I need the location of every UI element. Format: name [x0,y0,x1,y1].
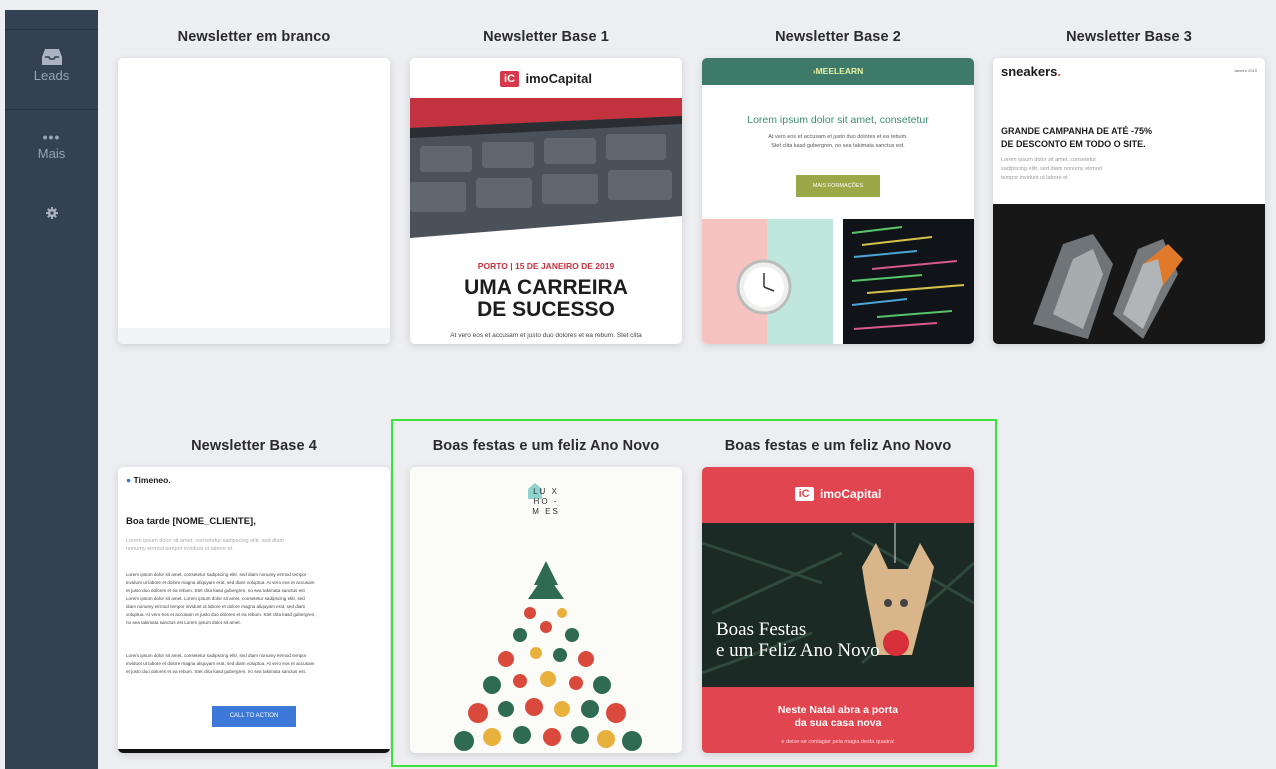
caption-line: Boas Festas [716,619,807,640]
sidebar-divider [5,109,98,110]
auditorium-photo [410,98,682,238]
card-bottom-bar [118,749,390,753]
sidebar-item-more[interactable]: ••• Mais [5,129,98,161]
headline-line-2: DE DESCONTO EM TODO O SITE. [1001,139,1146,149]
headline-line-1: UMA CARREIRA [464,276,628,299]
imocapital-logo: iC imoCapital [410,70,682,88]
sidebar-item-settings[interactable] [5,207,98,219]
body-line: nonumy eirmod tempor invidunt ut labore … [126,546,234,552]
headline-line-1: GRANDE CAMPANHA DE ATÉ -75% [1001,126,1153,136]
template-title: Newsletter Base 4 [191,438,317,454]
body-line: sadipscing elitr, sed diam nonumy eirmod [1001,166,1102,172]
card-small-text: e deixe-se contagiar pela magia desta qu… [781,739,895,745]
sneakers-photo [993,204,1265,344]
headline-line-2: DE SUCESSO [477,298,615,321]
logo-badge: iC [794,486,814,501]
card-body-line: At vero eos et accusam et justo duo dolo… [768,134,908,140]
logo-text: imoCapital [820,486,882,501]
template-card-base-2[interactable]: ›MEELEARN Lorem ipsum dolor sit amet, co… [702,58,974,344]
template-card-base-4[interactable]: ● Timeneo. Boa tarde [NOME_CLIENTE], Lor… [118,467,390,753]
card-body-text: Lorem ipsum dolor sit amet, consetetur s… [1001,156,1102,183]
brand-dot: . [1057,64,1062,79]
tagline-line: da sua casa nova [794,717,882,729]
sidebar: Leads ••• Mais [5,10,98,769]
brand-logo: ›MEELEARN [812,66,864,76]
logo-line: M ES [532,507,560,516]
sidebar-item-label: Leads [33,68,70,83]
body-line: Lorem ipsum dolor sit amet, consetetur s… [126,538,285,544]
body-line: Lorem ipsum dolor sit amet. Lorem ipsum … [126,596,305,601]
header-bar: ›MEELEARN [702,58,974,85]
template-card-boas-festas-2[interactable]: iC imoCapital Boas Festas e um Feliz Ano… [702,467,974,753]
template-title: Newsletter Base 3 [1066,29,1192,45]
template-title: Newsletter em branco [177,29,331,45]
body-line: invidunt ut labore et dolore magna aliqu… [126,661,315,666]
body-line: Lorem ipsum dolor sit amet, consetetur [1001,157,1097,163]
caption-line: e um Feliz Ano Novo [716,640,880,661]
brand-logo: ● Timeneo. [126,475,171,485]
photo-caption: Boas Festas e um Feliz Ano Novo [716,619,880,661]
card-body-line: Stet clita kasd gubergren, no sea takima… [771,143,905,149]
christmas-tree-illustration [454,561,642,751]
luxhomes-logo: LU X HO - M ES [520,487,572,517]
body-line: Lorem ipsum dolor sit amet, consetetur s… [126,653,307,658]
paragraph-2: Lorem ipsum dolor sit amet, consetetur s… [126,652,314,676]
logo-line: HO - [533,497,559,506]
template-card-base-3[interactable]: sneakers. Janeiro 2019 GRANDE CAMPANHA D… [993,58,1265,344]
template-card-base-1[interactable]: iC imoCapital PORTO | 15 DE JANEIRO DE 2… [410,58,682,344]
logo-line: LU X [533,487,559,496]
template-card-blank[interactable] [118,58,390,344]
sidebar-item-label: Mais [37,146,66,161]
clock-and-code-photo [702,219,974,344]
brand-logo: sneakers. [1001,64,1061,79]
paragraph-1: Lorem ipsum dolor sit amet, consetetur s… [126,571,315,627]
card-footer-strip [118,328,390,344]
logo-badge: iC [500,70,520,87]
inbox-icon [41,49,62,65]
body-line: Lorem ipsum dolor sit amet, consetetur s… [126,572,307,577]
card-tagline: Neste Natal abra a porta da sua casa nov… [702,704,974,730]
sidebar-item-leads[interactable]: Leads [5,48,98,83]
card-heading: Lorem ipsum dolor sit amet, consetetur [747,114,929,126]
body-line: invidunt ut labore et dolore magna aliqu… [126,580,315,585]
card-body-text: At vero eos et accusam et justo duo dolo… [450,332,642,339]
template-title: Boas festas e um feliz Ano Novo [432,438,660,454]
body-line: et justo duo dolores et ea rebum. Stet c… [126,588,305,593]
issue-date: Janeiro 2019 [1233,68,1257,73]
sidebar-divider [5,29,98,30]
reindeer-ornament-photo [702,523,974,687]
body-line: et justo duo dolores et ea rebum. Stet c… [126,669,307,674]
gear-icon [45,207,58,219]
greeting: Boa tarde [NOME_CLIENTE], [126,516,256,527]
template-title: Newsletter Base 2 [775,29,901,45]
template-title: Newsletter Base 1 [483,29,609,45]
event-date: PORTO | 15 DE JANEIRO DE 2019 [477,261,615,271]
intro-text: Lorem ipsum dolor sit amet, consetetur s… [126,537,284,553]
body-line: voluptua. At vero eos et accusam et just… [126,612,316,617]
brand-text: sneakers [1001,64,1058,79]
brand-text: Timeneo. [133,475,171,485]
body-line: no sea takimata sanctus est Lorem ipsum … [126,620,241,625]
card-cta-button: CALL TO ACTION [212,706,296,727]
body-line: diam nonumy eirmod tempor invidunt ut la… [126,604,306,609]
template-title: Boas festas e um feliz Ano Novo [724,438,952,454]
body-line: tempor invidunt ut labore et. [1001,175,1070,181]
imocapital-logo: iC imoCapital [702,485,974,503]
card-cta-button: MAIS FORMAÇÕES [796,175,880,197]
brand-text: MEELEARN [815,66,864,76]
tagline-line: Neste Natal abra a porta [777,704,899,716]
more-dots-icon: ••• [42,129,61,145]
logo-text: imoCapital [525,71,592,87]
template-card-boas-festas-1[interactable]: LU X HO - M ES [410,467,682,753]
